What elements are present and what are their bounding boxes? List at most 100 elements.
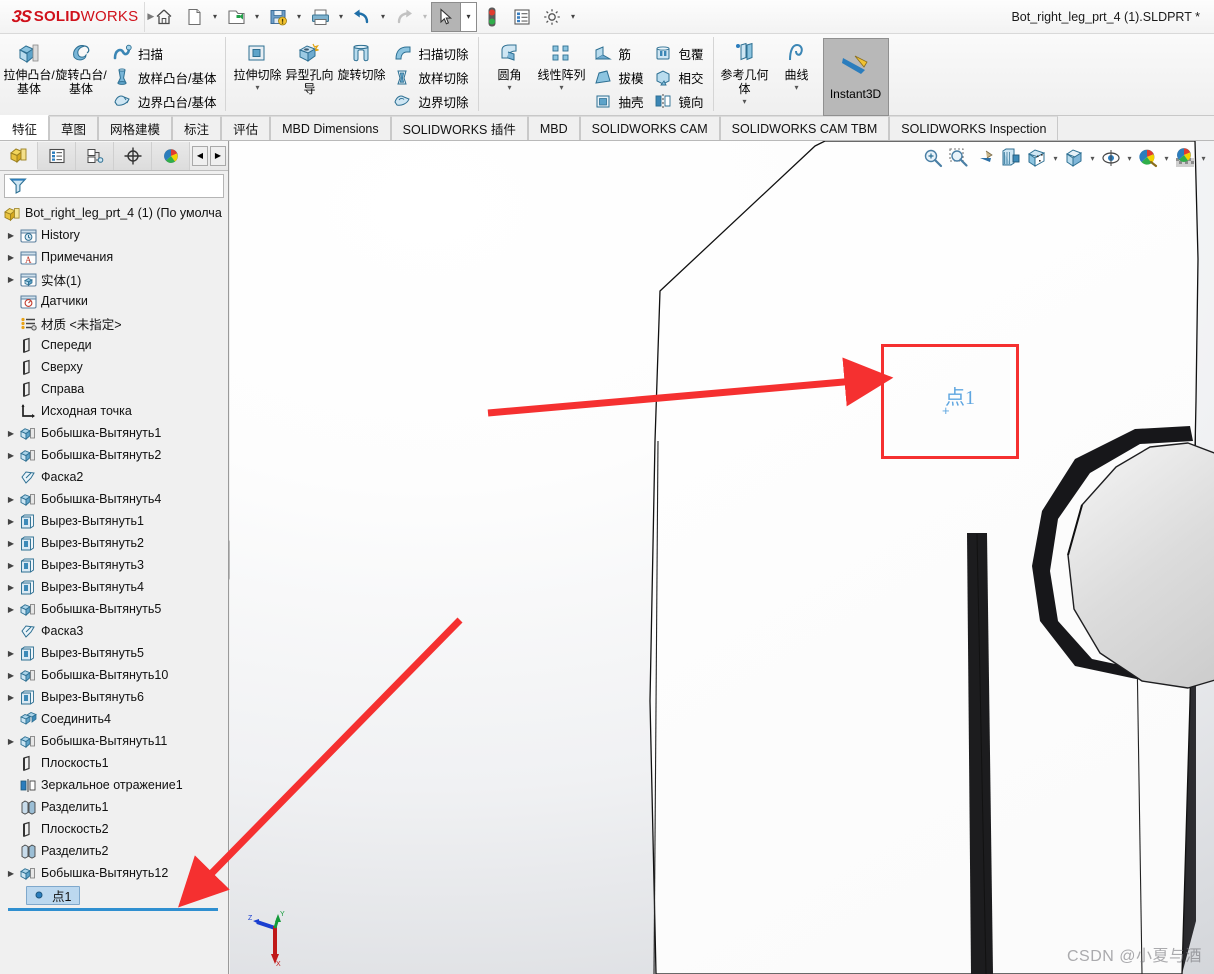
tree-item[interactable]: ▶ Бобышка-Вытянуть11 — [0, 730, 228, 752]
view-orientation-chevron-icon[interactable]: ▾ — [1051, 154, 1060, 163]
tree-item[interactable]: ▶ Бобышка-Вытянуть1 — [0, 422, 228, 444]
tree-item[interactable]: ▶ A Примечания — [0, 246, 228, 268]
tree-item[interactable]: Разделить1 — [0, 796, 228, 818]
expand-chevron-icon[interactable]: ▶ — [4, 605, 18, 614]
display-style-icon[interactable] — [1062, 145, 1086, 171]
fillet-button[interactable]: 圆角 ▾ — [484, 36, 536, 92]
undo-icon[interactable] — [347, 2, 377, 32]
select-icon[interactable] — [431, 1, 461, 32]
tree-root-item[interactable]: Bot_right_leg_prt_4 (1) (По умолча — [0, 202, 228, 224]
apply-scene-chevron-icon[interactable]: ▾ — [1199, 154, 1208, 163]
boundary-boss-button[interactable]: 边界凸台/基体 — [107, 89, 220, 113]
tree-item[interactable]: ▶ Бобышка-Вытянуть2 — [0, 444, 228, 466]
hide-show-chevron-icon[interactable]: ▾ — [1125, 154, 1134, 163]
tree-item[interactable]: Соединить4 — [0, 708, 228, 730]
revolve-cut-button[interactable]: 旋转切除 — [335, 36, 387, 82]
tree-item[interactable]: ▶ History — [0, 224, 228, 246]
extrude-cut-chevron-icon[interactable]: ▾ — [255, 83, 259, 92]
expand-chevron-icon[interactable]: ▶ — [4, 495, 18, 504]
configuration-manager-tab[interactable] — [76, 141, 114, 170]
print-chevron-icon[interactable]: ▾ — [335, 12, 347, 21]
expand-chevron-icon[interactable]: ▶ — [4, 517, 18, 526]
previous-view-icon[interactable] — [973, 145, 997, 171]
wrap-button[interactable]: 包覆 — [648, 41, 708, 65]
expand-chevron-icon[interactable]: ▶ — [4, 869, 18, 878]
tab-mbd[interactable]: MBD — [527, 116, 580, 140]
tree-item[interactable]: ▶ Бобышка-Вытянуть10 — [0, 664, 228, 686]
tab-mbd-dimensions[interactable]: MBD Dimensions — [270, 116, 391, 140]
tree-item[interactable]: Справа — [0, 378, 228, 400]
sweep-button[interactable]: 扫描 — [107, 41, 220, 65]
open-document-icon[interactable] — [221, 2, 251, 32]
tree-item[interactable]: ▶ Вырез-Вытянуть5 — [0, 642, 228, 664]
expand-chevron-icon[interactable]: ▶ — [4, 649, 18, 658]
gear-chevron-icon[interactable]: ▾ — [567, 12, 579, 21]
expand-chevron-icon[interactable]: ▶ — [4, 253, 18, 262]
tree-item[interactable]: Исходная точка — [0, 400, 228, 422]
reference-geometry-button[interactable]: 参考几何体 ▾ — [719, 36, 771, 106]
linear-pattern-button[interactable]: 线性阵列 ▾ — [536, 36, 588, 92]
expand-chevron-icon[interactable]: ▶ — [4, 583, 18, 592]
tree-item[interactable]: Фаска3 — [0, 620, 228, 642]
tree-item[interactable]: ▶ 实体(1) — [0, 268, 228, 290]
tree-filter-bar[interactable] — [4, 174, 224, 198]
instant3d-button[interactable]: Instant3D — [822, 38, 889, 116]
curves-chevron-icon[interactable]: ▾ — [795, 83, 799, 92]
loft-cut-button[interactable]: 放样切除 — [387, 65, 472, 89]
save-chevron-icon[interactable]: ▾ — [293, 12, 305, 21]
tab-markup[interactable]: 标注 — [172, 116, 222, 140]
tree-item[interactable]: Плоскость2 — [0, 818, 228, 840]
tree-item[interactable]: ▶ Бобышка-Вытянуть12 — [0, 862, 228, 884]
new-document-icon[interactable] — [179, 2, 209, 32]
revolve-boss-button[interactable]: 旋转凸台/基体 — [55, 36, 107, 96]
tree-item[interactable]: Сверху — [0, 356, 228, 378]
tree-filter-input[interactable] — [28, 178, 223, 194]
tab-features[interactable]: 特征 — [0, 115, 50, 140]
tab-solidworks-cam-tbm[interactable]: SOLIDWORKS CAM TBM — [719, 116, 890, 140]
shell-button[interactable]: 抽壳 — [588, 89, 648, 113]
save-icon[interactable] — [263, 2, 293, 32]
tree-item[interactable]: 材质 <未指定> — [0, 312, 228, 334]
loft-boss-button[interactable]: 放样凸台/基体 — [107, 65, 220, 89]
tree-item[interactable]: Зеркальное отражение1 — [0, 774, 228, 796]
feature-tree[interactable]: Bot_right_leg_prt_4 (1) (По умолча ▶ Hist… — [0, 202, 228, 974]
zoom-to-fit-icon[interactable] — [921, 145, 945, 171]
tree-item[interactable]: ▶ Вырез-Вытянуть3 — [0, 554, 228, 576]
tree-selected-chip[interactable]: 点1 — [26, 885, 81, 905]
feature-manager-tab[interactable] — [0, 141, 38, 170]
section-view-icon[interactable] — [999, 145, 1023, 171]
tab-solidworks-cam[interactable]: SOLIDWORKS CAM — [579, 116, 720, 140]
rib-button[interactable]: 筋 — [588, 41, 648, 65]
edit-appearance-icon[interactable] — [1136, 145, 1160, 171]
tab-solidworks-inspection[interactable]: SOLIDWORKS Inspection — [889, 116, 1059, 140]
boundary-cut-button[interactable]: 边界切除 — [387, 89, 472, 113]
edit-appearance-chevron-icon[interactable]: ▾ — [1162, 154, 1171, 163]
intersect-button[interactable]: 相交 — [648, 65, 708, 89]
expand-chevron-icon[interactable]: ▶ — [4, 429, 18, 438]
tree-item[interactable]: ▶ Бобышка-Вытянуть5 — [0, 598, 228, 620]
tab-evaluate[interactable]: 评估 — [221, 116, 271, 140]
tab-solidworks-addins[interactable]: SOLIDWORKS 插件 — [390, 116, 528, 140]
tree-item-point1[interactable]: 点1 — [0, 884, 228, 906]
gear-icon[interactable] — [537, 2, 567, 32]
expand-chevron-icon[interactable]: ▶ — [4, 671, 18, 680]
panel-nav-prev-button[interactable]: ◀ — [192, 145, 208, 166]
undo-chevron-icon[interactable]: ▾ — [377, 12, 389, 21]
display-style-chevron-icon[interactable]: ▾ — [1088, 154, 1097, 163]
expand-chevron-icon[interactable]: ▶ — [4, 451, 18, 460]
tree-item[interactable]: Спереди — [0, 334, 228, 356]
print-icon[interactable] — [305, 2, 335, 32]
expand-chevron-icon[interactable]: ▶ — [4, 737, 18, 746]
reference-geometry-chevron-icon[interactable]: ▾ — [743, 97, 747, 106]
tree-item[interactable]: Плоскость1 — [0, 752, 228, 774]
select-chevron-icon[interactable]: ▾ — [461, 1, 477, 32]
rebuild-icon[interactable] — [477, 2, 507, 32]
tree-item[interactable]: ▶ Вырез-Вытянуть6 — [0, 686, 228, 708]
view-orientation-icon[interactable] — [1025, 145, 1049, 171]
fillet-chevron-icon[interactable]: ▾ — [507, 83, 511, 92]
apply-scene-icon[interactable] — [1173, 145, 1197, 171]
tree-item[interactable]: Разделить2 — [0, 840, 228, 862]
zoom-to-area-icon[interactable] — [947, 145, 971, 171]
extrude-boss-button[interactable]: 拉伸凸台/基体 — [3, 36, 55, 96]
tree-item[interactable]: ▶ Бобышка-Вытянуть4 — [0, 488, 228, 510]
